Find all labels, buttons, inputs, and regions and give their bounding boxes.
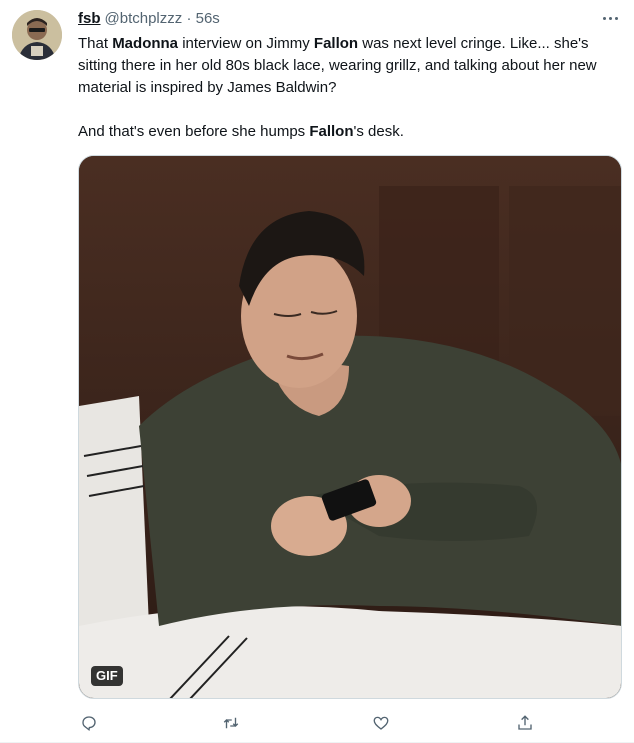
tweet-header: fsb @btchplzzz · 56s: [78, 9, 220, 29]
bold-text-segment: Fallon: [309, 123, 354, 140]
tweet-actions: [78, 712, 548, 734]
bold-text-segment: Fallon: [313, 35, 359, 52]
more-dot-icon: [602, 16, 606, 20]
heart-icon: [373, 716, 389, 730]
separator-dot: ·: [186, 10, 192, 27]
gif-media[interactable]: GIF: [78, 155, 622, 699]
tweet-paragraph-2: And that's even before she humps Fallon'…: [78, 121, 626, 143]
reply-button[interactable]: [78, 712, 100, 734]
gif-frame-image: [79, 156, 621, 698]
tweet-text: That Madonna interview on Jimmy Fallon w…: [78, 33, 626, 143]
author-name[interactable]: fsb: [78, 10, 101, 27]
retweet-button[interactable]: [220, 712, 242, 734]
like-button[interactable]: [370, 712, 392, 734]
retweet-icon: [223, 717, 239, 729]
more-dot-icon: [614, 16, 618, 20]
more-options-button[interactable]: [598, 8, 622, 28]
text-segment: 's desk.: [353, 123, 404, 140]
timestamp[interactable]: 56s: [196, 10, 220, 27]
text-segment: That: [78, 35, 113, 52]
tweet[interactable]: fsb @btchplzzz · 56s That Madonna intervi…: [0, 0, 634, 743]
text-segment: interview on Jimmy: [178, 35, 314, 52]
more-dot-icon: [608, 16, 612, 20]
bold-text-segment: Madonna: [112, 35, 179, 52]
tweet-paragraph-1: That Madonna interview on Jimmy Fallon w…: [78, 33, 626, 99]
avatar[interactable]: [12, 10, 62, 60]
reply-icon: [82, 716, 96, 731]
text-segment: And that's even before she humps: [78, 123, 310, 140]
gif-badge: GIF: [91, 666, 123, 686]
share-icon: [518, 715, 532, 730]
author-handle[interactable]: @btchplzzz: [105, 10, 183, 27]
share-button[interactable]: [514, 712, 536, 734]
